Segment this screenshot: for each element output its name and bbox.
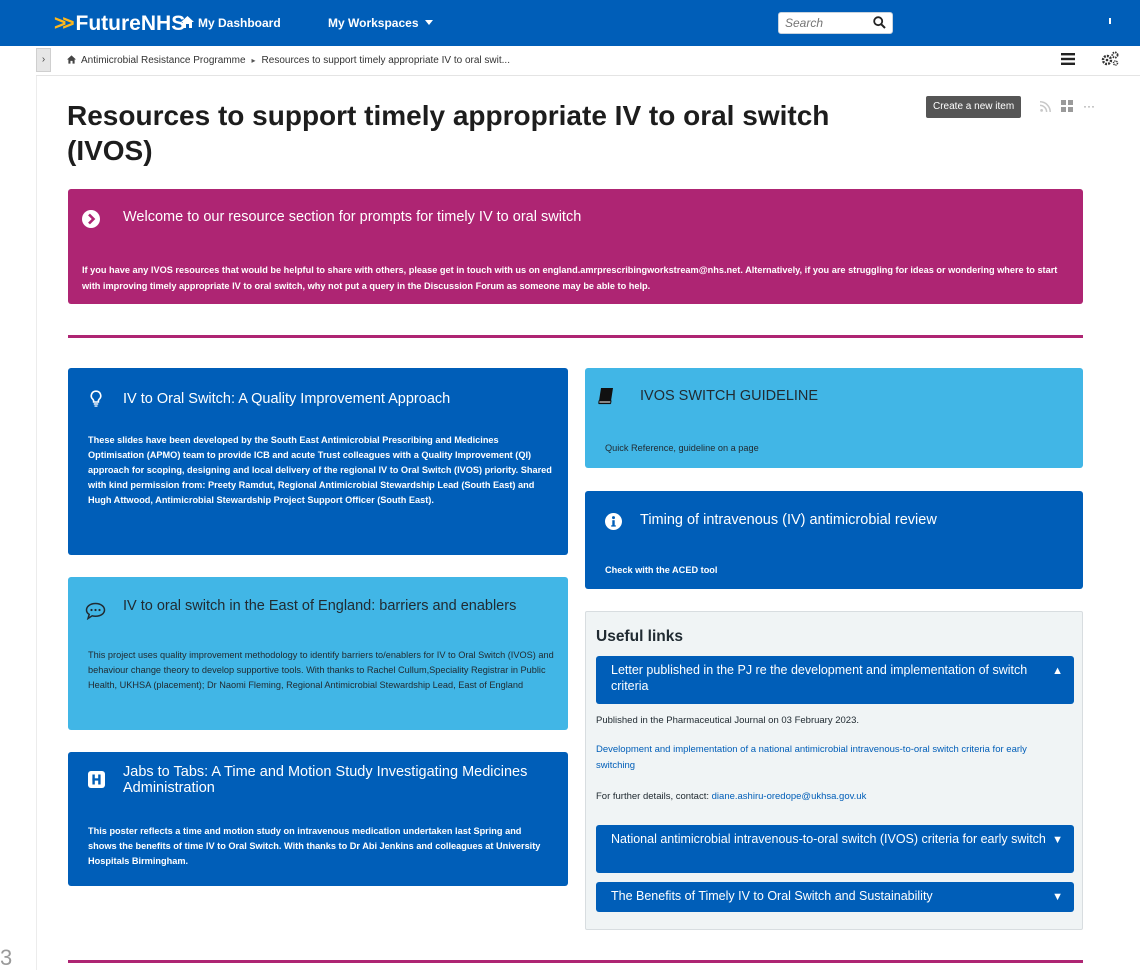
breadcrumb-item-programme[interactable]: Antimicrobial Resistance Programme [81,55,246,66]
accordion-title: Letter published in the PJ re the develo… [611,663,1028,693]
breadcrumb-separator-icon: ▸ [251,56,256,65]
card-body: This project uses quality improvement me… [88,650,554,690]
breadcrumb-item-current: Resources to support timely appropriate … [261,55,510,66]
useful-links-panel: Useful links Letter published in the PJ … [585,611,1083,930]
search-box [778,12,893,34]
card-ivos-guideline[interactable]: IVOS SWITCH GUIDELINE Quick Reference, g… [585,368,1083,468]
home-icon[interactable] [67,55,76,64]
rss-feed-icon[interactable] [1040,101,1051,112]
caret-down-icon: ▼ [1052,891,1063,903]
card-title: Timing of intravenous (IV) antimicrobial… [640,512,937,528]
card-east-of-england[interactable]: IV to oral switch in the East of England… [68,577,568,730]
contact-line: For further details, contact: diane.ashi… [596,791,866,802]
section-divider [68,335,1083,338]
arrow-circle-right-icon [82,210,100,228]
sidebar-expand-toggle[interactable]: › [36,48,51,72]
nav-my-workspaces-label: My Workspaces [328,16,419,30]
published-note: Published in the Pharmaceutical Journal … [596,715,859,726]
hospital-icon [88,771,105,788]
caret-down-icon: ▼ [1052,834,1063,846]
card-body: This poster reflects a time and motion s… [88,826,541,866]
grid-view-icon[interactable] [1061,100,1073,112]
more-options-icon[interactable]: ··· [1083,99,1095,113]
card-body: Quick Reference, guideline on a page [605,443,759,453]
card-title: IVOS SWITCH GUIDELINE [640,388,819,404]
logo-chevrons-icon: >> [54,12,74,35]
card-body: These slides have been developed by the … [88,435,552,505]
welcome-body: If you have any IVOS resources that woul… [82,265,1058,291]
info-icon [605,513,622,530]
ivos-criteria-link[interactable]: Development and implementation of a nati… [596,742,1066,774]
user-menu-marker[interactable] [1109,18,1111,24]
useful-links-heading: Useful links [596,628,683,645]
accordion-pj-letter[interactable]: Letter published in the PJ re the develo… [596,656,1074,704]
welcome-title: Welcome to our resource section for prom… [123,209,582,225]
contact-prefix: For further details, contact: [596,791,712,802]
breadcrumb: Antimicrobial Resistance Programme ▸ Resou… [67,55,510,66]
card-title: IV to Oral Switch: A Quality Improvement… [123,391,451,407]
nav-my-workspaces[interactable]: My Workspaces [328,16,433,30]
card-qi-approach[interactable]: IV to Oral Switch: A Quality Improvement… [68,368,568,555]
lightbulb-icon [90,390,102,407]
book-icon [598,388,613,405]
hamburger-menu-icon[interactable] [1061,53,1075,65]
welcome-banner: Welcome to our resource section for prom… [68,189,1083,304]
card-title: IV to oral switch in the East of England… [123,598,517,614]
card-iv-review-timing[interactable]: Timing of intravenous (IV) antimicrobial… [585,491,1083,589]
accordion-title: The Benefits of Timely IV to Oral Switch… [611,889,933,903]
nav-my-dashboard[interactable]: My Dashboard [181,16,281,30]
nav-my-dashboard-label: My Dashboard [198,16,281,30]
page-title: Resources to support timely appropriate … [67,100,830,166]
futurenhs-logo[interactable]: >> FutureNHS [54,12,185,36]
accordion-ivos-criteria[interactable]: National antimicrobial intravenous-to-or… [596,825,1074,873]
edge-digit: 3 [0,945,13,970]
create-new-item-button[interactable]: Create a new item [926,96,1022,118]
card-body: Check with the ACED tool [605,565,718,575]
accordion-benefits[interactable]: The Benefits of Timely IV to Oral Switch… [596,882,1074,912]
logo-text: FutureNHS [75,12,186,35]
search-input[interactable] [785,13,869,33]
contact-email-link[interactable]: diane.ashiru-oredope@ukhsa.gov.uk [712,791,867,802]
home-icon [181,16,194,28]
card-jabs-to-tabs[interactable]: Jabs to Tabs: A Time and Motion Study In… [68,752,568,886]
search-icon[interactable] [873,16,886,29]
caret-up-icon: ▲ [1052,665,1063,677]
caret-down-icon [424,20,433,25]
settings-cogs-icon[interactable] [1101,51,1119,67]
speech-bubble-icon [85,602,106,620]
card-title: Jabs to Tabs: A Time and Motion Study In… [123,764,528,796]
accordion-title: National antimicrobial intravenous-to-or… [611,832,1046,846]
section-divider-bottom [68,960,1083,963]
